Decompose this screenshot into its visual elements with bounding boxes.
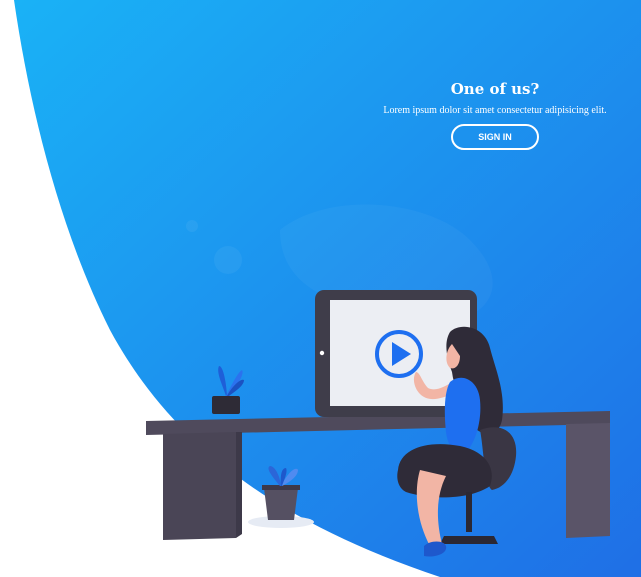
signup-page: One of us? Lorem ipsum dolor sit amet co…: [0, 0, 641, 577]
signin-panel: One of us? Lorem ipsum dolor sit amet co…: [360, 80, 630, 150]
panel-description: Lorem ipsum dolor sit amet consectetur a…: [383, 105, 607, 116]
sign-in-button[interactable]: SIGN IN: [451, 124, 539, 150]
decor-bubble: [186, 220, 198, 232]
panel-title: One of us?: [450, 80, 540, 98]
decor-bubble: [214, 246, 242, 274]
